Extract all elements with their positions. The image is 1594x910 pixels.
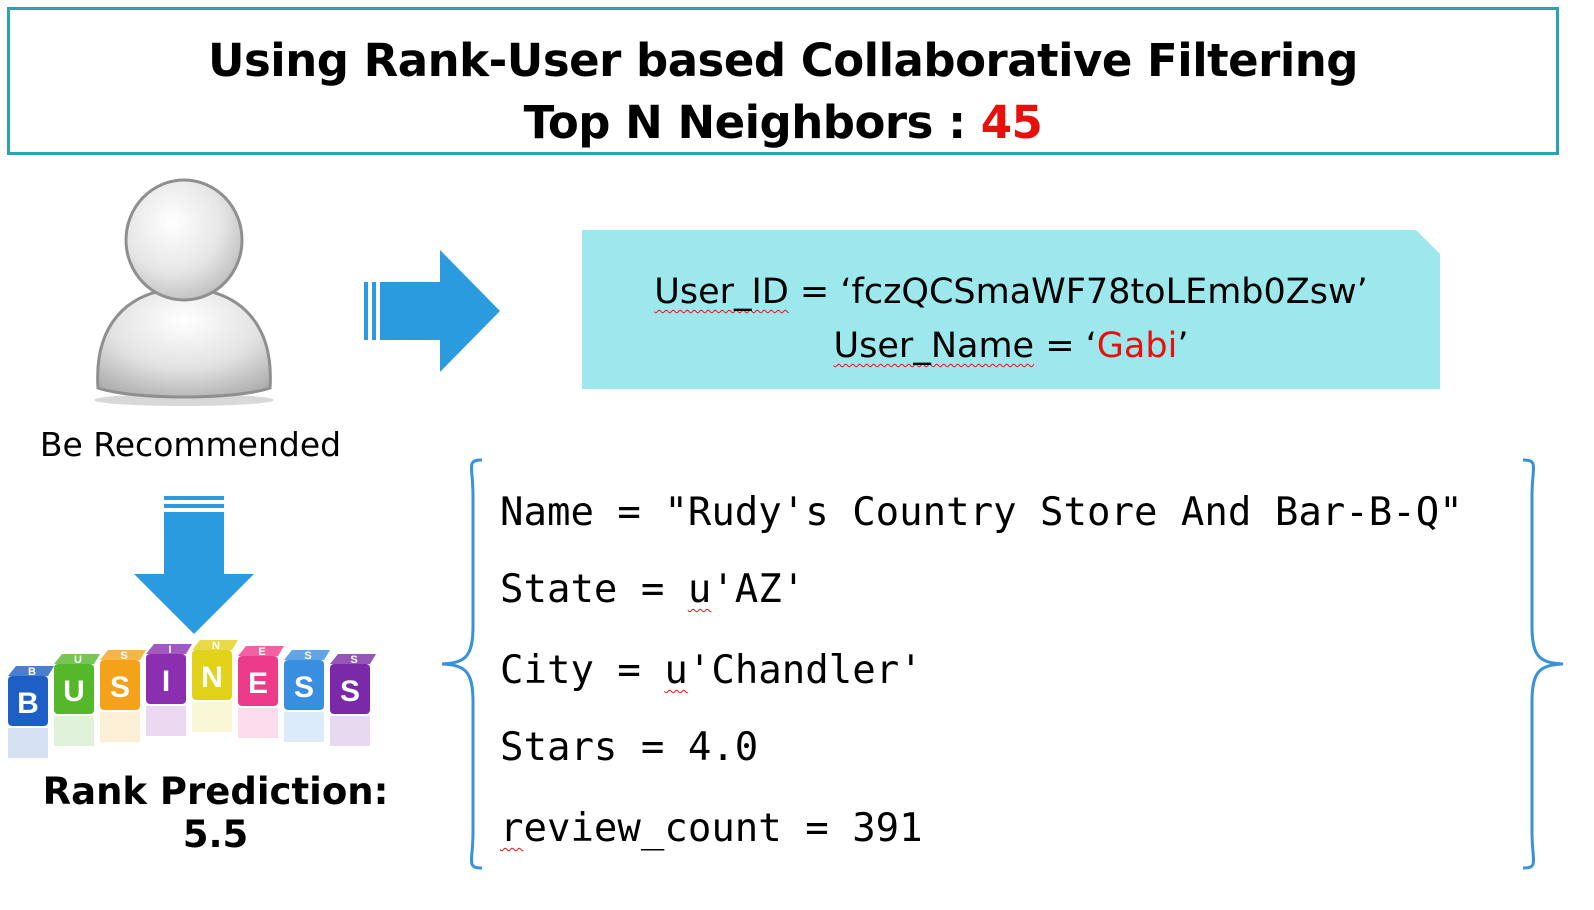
user-id-key: User_ID	[654, 272, 789, 312]
block-letter-front: S	[294, 671, 314, 704]
business-block: NN	[192, 640, 238, 732]
business-block: SS	[100, 650, 146, 742]
block-letter-top: S	[120, 650, 127, 662]
business-city-line: City = u'Chandler'	[500, 648, 923, 693]
user-id-line: User_ID = ‘fczQCSmaWF78toLEmb0Zsw’	[582, 272, 1440, 312]
business-stars-line: Stars = 4.0	[500, 725, 759, 770]
block-letter-top: S	[350, 654, 357, 666]
user-avatar-icon	[94, 178, 274, 406]
neighbors-value: 45	[980, 96, 1043, 149]
business-block: BB	[8, 666, 54, 758]
folded-corner	[1415, 229, 1441, 255]
business-block: UU	[54, 654, 100, 746]
neighbors-label: Top N Neighbors :	[523, 96, 981, 149]
business-state-line: State = u'AZ'	[500, 567, 805, 612]
block-letter-front: S	[110, 671, 130, 704]
block-letter-top: U	[74, 654, 82, 666]
city-u: u	[664, 648, 688, 693]
user-info-box: User_ID = ‘fczQCSmaWF78toLEmb0Zsw’ User_…	[582, 229, 1441, 389]
city-key: City =	[500, 648, 665, 693]
block-letter-top: B	[28, 666, 36, 678]
block-letter-top: I	[168, 644, 171, 656]
be-recommended-caption: Be Recommended	[39, 425, 342, 464]
left-brace	[441, 458, 483, 870]
block-letter-front: I	[162, 665, 170, 698]
state-key: State =	[500, 567, 688, 612]
user-name-close: ’	[1177, 326, 1189, 366]
review-value: eview_count = 391	[523, 806, 923, 851]
user-name-value: Gabi	[1096, 326, 1178, 366]
business-blocks-image: BBUUSSIINNEESSSS	[8, 640, 376, 758]
block-letter-top: N	[212, 640, 220, 652]
user-name-key: User_Name	[833, 326, 1035, 366]
city-value: 'Chandler'	[687, 648, 923, 693]
user-id-value: = ‘fczQCSmaWF78toLEmb0Zsw’	[788, 272, 1368, 312]
business-block: SS	[284, 650, 330, 742]
block-letter-front: E	[248, 667, 268, 700]
arrow-down-icon	[134, 496, 254, 634]
user-name-line: User_Name = ‘Gabi’	[582, 326, 1440, 366]
block-letter-front: U	[63, 675, 85, 708]
block-letter-front: S	[340, 675, 360, 708]
state-u: u	[687, 567, 712, 612]
block-letter-top: S	[304, 650, 311, 662]
user-name-eq: = ‘	[1034, 326, 1097, 366]
block-letter-top: E	[258, 646, 265, 658]
block-letter-front: B	[17, 687, 39, 720]
review-r: r	[500, 806, 524, 851]
business-block: EE	[238, 646, 284, 738]
neighbors-line: Top N Neighbors : 45	[10, 96, 1556, 149]
business-name-line: Name = "Rudy's Country Store And Bar-B-Q…	[500, 490, 1463, 535]
state-value: 'AZ'	[711, 567, 806, 612]
business-block: II	[146, 644, 192, 736]
arrow-right-icon	[364, 250, 500, 372]
header-box: Using Rank-User based Collaborative Filt…	[7, 7, 1559, 155]
business-review-count-line: review_count = 391	[500, 806, 923, 851]
rank-prediction: Rank Prediction: 5.5	[42, 770, 389, 856]
diagram-title: Using Rank-User based Collaborative Filt…	[207, 34, 1359, 87]
right-brace	[1522, 458, 1564, 870]
business-block: SS	[330, 654, 376, 746]
block-letter-front: N	[201, 661, 223, 694]
